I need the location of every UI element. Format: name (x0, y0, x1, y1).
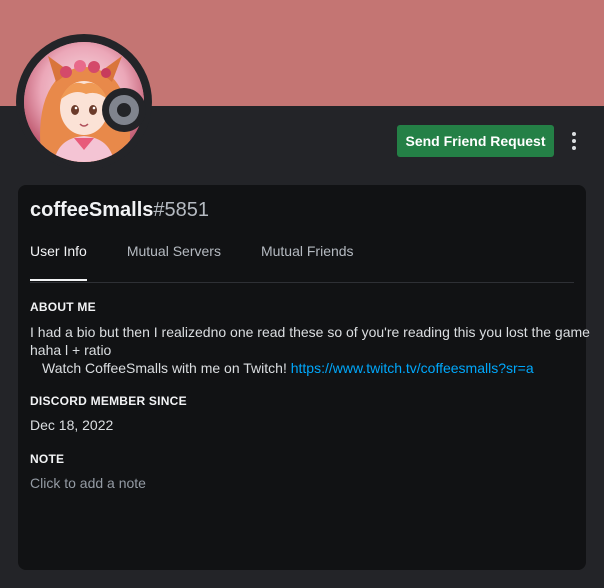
about-me-heading: ABOUT ME (30, 300, 96, 314)
member-since-date: Dec 18, 2022 (30, 417, 114, 433)
member-since-heading: DISCORD MEMBER SINCE (30, 394, 187, 408)
bio-line: I had a bio but then I realizedno one re… (30, 324, 590, 340)
dot (572, 139, 576, 143)
status-indicator (102, 88, 146, 132)
username: coffeeSmalls (30, 199, 154, 221)
dot (572, 132, 576, 136)
twitch-link[interactable]: https://www.twitch.tv/coffeesmalls?sr=a (291, 360, 534, 376)
about-me-text: I had a bio but then I realizedno one re… (30, 323, 590, 377)
tab-user-info[interactable]: User Info (30, 243, 87, 281)
dot (572, 146, 576, 150)
user-tag: coffeeSmalls#5851 (30, 199, 209, 222)
tab-mutual-friends[interactable]: Mutual Friends (261, 243, 354, 281)
note-input[interactable]: Click to add a note (30, 475, 146, 491)
offline-status-icon (109, 95, 139, 125)
user-profile-modal: Send Friend Request coffeeSmalls#5851 Us… (0, 0, 604, 588)
tab-mutual-servers[interactable]: Mutual Servers (127, 243, 221, 281)
bio-line: haha l + ratio (30, 342, 112, 358)
more-vertical-icon[interactable] (564, 129, 584, 153)
send-friend-request-button[interactable]: Send Friend Request (397, 125, 554, 157)
profile-info-card: coffeeSmalls#5851 User Info Mutual Serve… (18, 185, 590, 570)
bio-text: Watch CoffeeSmalls with me on Twitch! (42, 360, 291, 376)
note-heading: NOTE (30, 452, 65, 466)
profile-tabs: User Info Mutual Servers Mutual Friends (30, 243, 394, 283)
tabs-divider (30, 282, 574, 283)
bio-line: Watch CoffeeSmalls with me on Twitch! ht… (30, 359, 570, 377)
discriminator: #5851 (153, 199, 210, 221)
